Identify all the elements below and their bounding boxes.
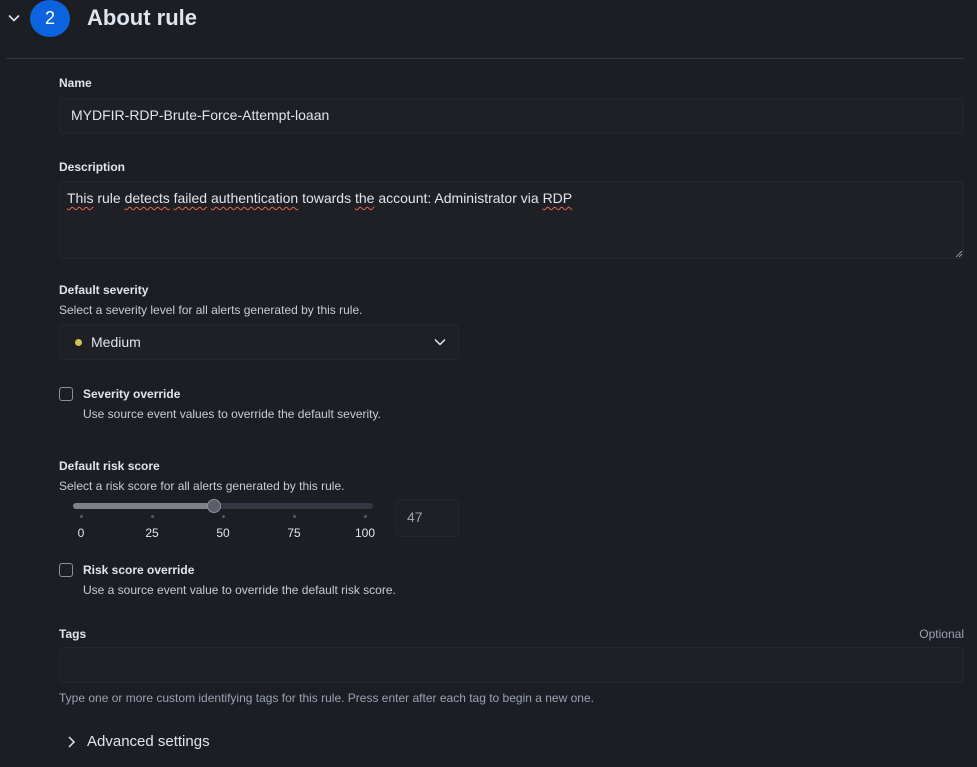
- risk-score-override-checkbox[interactable]: [59, 563, 73, 577]
- description-text: This rule detects failed authentication …: [67, 190, 572, 206]
- risk-score-override-label[interactable]: Risk score override: [83, 563, 194, 577]
- description-word: Administrator: [434, 190, 517, 206]
- default-severity-help: Select a severity level for all alerts g…: [59, 303, 363, 317]
- description-word: This: [67, 190, 94, 206]
- chevron-right-icon[interactable]: [64, 735, 78, 749]
- tags-help: Type one or more custom identifying tags…: [59, 691, 594, 705]
- advanced-settings-toggle[interactable]: Advanced settings: [87, 733, 210, 750]
- default-risk-score-label: Default risk score: [59, 459, 160, 473]
- description-word: failed: [173, 190, 208, 206]
- severity-dot-icon: [75, 338, 82, 346]
- name-input[interactable]: MYDFIR-RDP-Brute-Force-Attempt-loaan: [59, 98, 964, 134]
- description-word: RDP: [542, 190, 573, 206]
- slider-tick-label: 50: [216, 526, 230, 540]
- slider-tick-label: 75: [287, 526, 301, 540]
- description-word: authentication: [210, 190, 299, 206]
- chevron-down-icon: [434, 338, 446, 346]
- slider-tick-label: 25: [145, 526, 159, 540]
- description-word: account:: [378, 190, 432, 206]
- risk-score-number-input[interactable]: 47: [395, 499, 459, 537]
- severity-selected-value: Medium: [91, 334, 141, 350]
- severity-override-checkbox[interactable]: [59, 387, 73, 401]
- description-word: detects: [124, 190, 170, 206]
- risk-score-slider-track[interactable]: [73, 503, 373, 509]
- description-word: via: [520, 190, 539, 206]
- slider-tick-label: 100: [354, 526, 376, 540]
- description-label: Description: [59, 160, 126, 174]
- severity-override-label[interactable]: Severity override: [83, 387, 180, 401]
- slider-tick-mark: [364, 515, 367, 518]
- description-textarea[interactable]: This rule detects failed authentication …: [59, 181, 964, 259]
- description-word: the: [354, 190, 375, 206]
- tags-label: Tags: [59, 627, 87, 641]
- tags-optional-label: Optional: [919, 627, 964, 641]
- default-severity-label: Default severity: [59, 283, 149, 297]
- severity-select[interactable]: Medium: [59, 324, 459, 360]
- chevron-down-icon[interactable]: [6, 10, 22, 26]
- name-label: Name: [59, 76, 92, 90]
- slider-tick-mark: [222, 515, 225, 518]
- risk-score-slider-fill: [73, 503, 214, 509]
- slider-tick-mark: [293, 515, 296, 518]
- description-word: towards: [302, 190, 352, 206]
- tags-combobox[interactable]: [59, 647, 964, 683]
- severity-override-help: Use source event values to override the …: [83, 407, 381, 421]
- slider-tick-label: 0: [77, 526, 85, 540]
- about-rule-panel: 2 About rule Name MYDFIR-RDP-Brute-Force…: [0, 0, 977, 767]
- step-number-badge: 2: [30, 0, 70, 37]
- section-title: About rule: [87, 5, 197, 30]
- risk-score-override-help: Use a source event value to override the…: [83, 583, 396, 597]
- resize-handle-icon[interactable]: [955, 250, 963, 258]
- risk-score-slider-thumb[interactable]: [207, 499, 222, 513]
- description-word: rule: [97, 190, 121, 206]
- slider-tick-mark: [151, 515, 154, 518]
- default-risk-score-help: Select a risk score for all alerts gener…: [59, 479, 345, 493]
- header-divider: [6, 58, 964, 59]
- slider-tick-mark: [80, 515, 83, 518]
